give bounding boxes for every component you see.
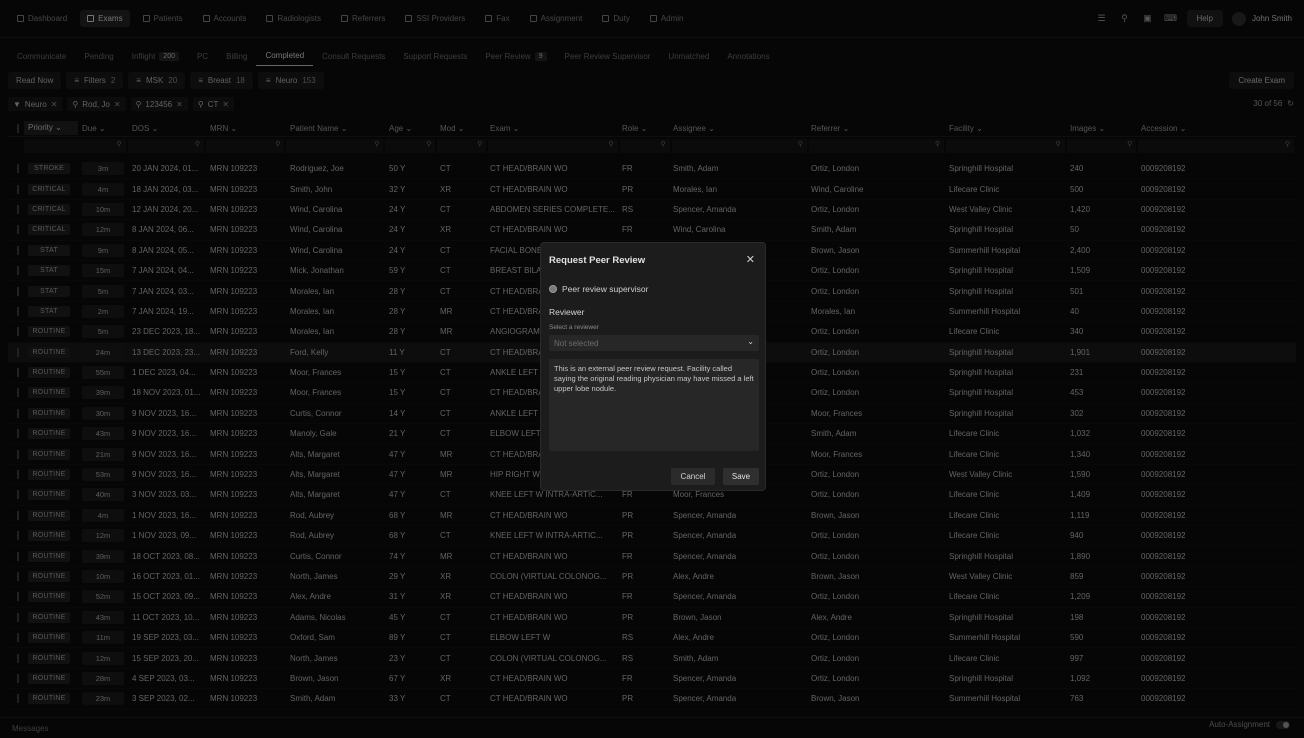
- note-textarea[interactable]: This is an external peer review request.…: [549, 359, 759, 451]
- chevron-down-icon: ⌄: [747, 337, 754, 346]
- dialog-title: Request Peer Review: [549, 255, 646, 266]
- save-button[interactable]: Save: [723, 468, 759, 485]
- request-peer-review-dialog: Request Peer Review ✕ Peer review superv…: [540, 242, 766, 491]
- cancel-button[interactable]: Cancel: [671, 468, 715, 485]
- reviewer-label: Reviewer: [549, 307, 585, 317]
- reviewer-select[interactable]: Not selected ⌄: [549, 335, 759, 351]
- radio-button[interactable]: [549, 285, 557, 293]
- peer-review-supervisor-option[interactable]: Peer review supervisor: [549, 284, 648, 294]
- close-icon[interactable]: ✕: [746, 253, 755, 266]
- radio-label: Peer review supervisor: [562, 284, 649, 294]
- select-hint: Select a reviewer: [549, 324, 599, 331]
- reviewer-select-value: Not selected: [554, 338, 599, 348]
